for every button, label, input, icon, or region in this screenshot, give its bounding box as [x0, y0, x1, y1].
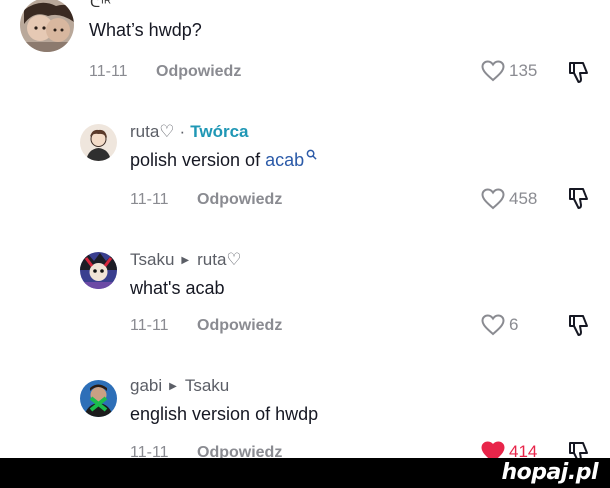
heart-icon	[481, 314, 505, 336]
author-line: Tsaku ▶ ruta♡	[130, 250, 242, 270]
author-name[interactable]: Tsaku	[130, 250, 174, 270]
author-line: ruta♡ · Twórca	[130, 122, 248, 142]
comment-date: 11-11	[130, 444, 169, 458]
comment-thread: ᕦᴵᴿ What’s hwdp? 11-11 Odpowiedz 135 rut…	[0, 0, 610, 458]
dislike-button[interactable]	[566, 313, 590, 337]
heart-icon	[481, 60, 505, 82]
dislike-icon	[569, 315, 588, 336]
comment-date: 11-11	[130, 191, 169, 208]
comment-date: 11-11	[130, 317, 169, 334]
like-count: 6	[509, 315, 519, 334]
dislike-icon	[569, 62, 588, 83]
avatar[interactable]	[80, 380, 117, 417]
dislike-button[interactable]	[566, 60, 590, 84]
comment-text: what's acab	[130, 278, 225, 298]
like-count: 135	[509, 61, 538, 80]
avatar-drawing	[80, 252, 117, 289]
reply-button[interactable]: Odpowiedz	[197, 191, 282, 209]
heart-icon	[481, 441, 505, 458]
reply-arrow-icon: ▶	[169, 380, 177, 392]
reply-arrow-icon: ▶	[181, 254, 190, 266]
like-count: 458	[509, 189, 538, 208]
heart-icon	[481, 188, 505, 210]
comment-meta: 11-11 Odpowiedz	[130, 191, 282, 209]
comment-text: polish version of acab	[130, 149, 317, 171]
author-name[interactable]: ruta♡	[130, 122, 175, 142]
like-count: 414	[509, 442, 538, 458]
comment-meta: 11-11 Odpowiedz	[130, 444, 282, 458]
like-button[interactable]: 135	[481, 60, 537, 82]
author-name[interactable]: gabi	[130, 376, 162, 396]
watermark-bar: hopaj.pl	[0, 458, 610, 488]
search-tag-link[interactable]: acab	[265, 150, 304, 170]
search-icon	[306, 149, 317, 160]
comment-text: english version of hwdp	[130, 404, 319, 424]
dislike-button[interactable]	[566, 186, 590, 210]
creator-badge: Twórca	[190, 122, 249, 141]
reply-to-name[interactable]: Tsaku	[185, 376, 229, 396]
avatar-photo	[80, 380, 117, 417]
avatar[interactable]	[20, 0, 74, 52]
dislike-icon	[569, 442, 588, 458]
site-watermark: hopaj.pl	[501, 460, 598, 485]
dislike-button[interactable]	[566, 440, 590, 458]
avatar[interactable]	[80, 252, 117, 289]
avatar-photo	[20, 0, 74, 52]
reply-button[interactable]: Odpowiedz	[197, 444, 282, 458]
comment-date: 11-11	[89, 63, 128, 80]
reply-button[interactable]: Odpowiedz	[197, 317, 282, 335]
avatar-drawing	[80, 124, 117, 161]
avatar[interactable]	[80, 124, 117, 161]
comment-text: What’s hwdp?	[89, 20, 202, 40]
comment-meta: 11-11 Odpowiedz	[130, 317, 282, 335]
like-button[interactable]: 414	[481, 441, 537, 458]
reply-button[interactable]: Odpowiedz	[156, 63, 241, 81]
like-button[interactable]: 6	[481, 314, 518, 336]
like-button[interactable]: 458	[481, 188, 537, 210]
author-line: gabi ▶ Tsaku	[130, 376, 229, 396]
dislike-icon	[569, 188, 588, 209]
comment-meta: 11-11 Odpowiedz	[89, 63, 241, 81]
comment-text-prefix: polish version of	[130, 150, 266, 170]
reply-to-name[interactable]: ruta♡	[197, 250, 242, 270]
separator-dot: ·	[179, 122, 186, 141]
author-name[interactable]: ᕦᴵᴿ	[90, 0, 112, 11]
